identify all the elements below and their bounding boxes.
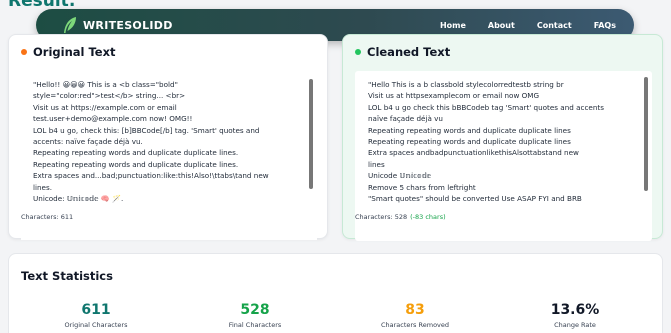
cleaned-char-count-value: Characters: 528	[355, 213, 408, 221]
stat-value: 83	[405, 302, 425, 318]
text-line: Visit us at httpsexamplecom or email now…	[368, 91, 540, 101]
nav-faqs-link[interactable]: FAQs	[594, 21, 616, 30]
text-line: Repeating repeating words and duplicate …	[33, 159, 239, 169]
stat-label: Characters Removed	[380, 321, 450, 329]
original-text-title: Original Text	[21, 45, 116, 59]
nav-home-link[interactable]: Home	[440, 21, 466, 30]
text-line: LOL b4 u go check this bBBCodeb tag 'Sma…	[368, 102, 604, 112]
text-line: Extra spaces andbadpunctuationlikethisAl…	[368, 148, 579, 158]
stat-characters-removed: 83 Characters Removed	[355, 302, 475, 329]
brand-name: WRITESOLIDD	[83, 18, 173, 32]
orange-dot-icon	[21, 49, 27, 55]
scrollbar[interactable]	[309, 79, 313, 189]
text-line: accents: naïve façade déjà vu.	[33, 137, 143, 147]
text-line: Unicode: 𝕌𝕟𝕚𝕔𝕠𝕕𝕖 🧠 🪄.	[33, 194, 124, 204]
cleaned-text-title: Cleaned Text	[355, 45, 450, 59]
stat-change-rate: 13.6% Change Rate	[515, 302, 635, 329]
text-line: "Smart quotes" should be converted Use A…	[368, 194, 582, 204]
stat-original-characters: 611 Original Characters	[36, 302, 156, 329]
stat-label: Change Rate	[554, 321, 596, 329]
char-diff-badge: (-83 chars)	[410, 213, 446, 221]
stat-value: 13.6%	[550, 302, 600, 318]
stat-final-characters: 528 Final Characters	[195, 302, 315, 329]
text-statistics-card: Text Statistics 611 Original Characters …	[8, 253, 663, 333]
brand-logo[interactable]: WRITESOLIDD	[62, 16, 173, 34]
text-statistics-title: Text Statistics	[21, 269, 113, 283]
text-line: lines	[368, 159, 385, 169]
text-line: LOL b4 u go, check this: [b]BBCode[/b] t…	[33, 125, 260, 135]
cleaned-char-count: Characters: 528 (-83 chars)	[355, 213, 446, 221]
stat-value: 611	[81, 302, 111, 318]
stat-label: Final Characters	[228, 321, 282, 329]
text-line: Repeating repeating words and duplicate …	[33, 148, 239, 158]
text-line: Remove 5 chars from leftright	[368, 182, 476, 192]
original-char-count: Characters: 611	[21, 213, 74, 221]
feather-pen-icon	[64, 17, 76, 33]
text-line: Unicode 𝕌𝕟𝕚𝕔𝕠𝕕𝕖	[368, 171, 432, 181]
cleaned-text-title-label: Cleaned Text	[367, 45, 451, 59]
text-line: lines.	[33, 182, 53, 192]
text-line: test.user+demo@example.com now! OMG!!	[33, 114, 193, 124]
text-line: "Hello!! 😀😀😀 This is a <b class="bold"	[33, 80, 178, 89]
text-line: Repeating repeating words and duplicate …	[368, 137, 571, 147]
cleaned-text-panel: Cleaned Text "Hello This is a b classbol…	[342, 34, 663, 241]
scrollbar[interactable]	[644, 77, 648, 191]
stat-value: 528	[240, 302, 270, 318]
text-line: style="color:red">test</b> string... <br…	[33, 91, 186, 101]
text-line: "Hello This is a b classbold stylecolorr…	[368, 80, 564, 89]
text-line: Extra spaces and...bad;punctuation:like:…	[33, 171, 269, 181]
original-text-title-label: Original Text	[33, 45, 116, 59]
original-text-panel: Original Text "Hello!! 😀😀😀 This is a <b …	[8, 34, 328, 240]
nav-about-link[interactable]: About	[488, 21, 515, 30]
text-line: Visit us at https://example.com or email	[33, 102, 177, 112]
green-dot-icon	[355, 49, 361, 55]
stat-label: Original Characters	[64, 321, 128, 329]
text-line: Repeating repeating words and duplicate …	[368, 125, 571, 135]
nav-contact-link[interactable]: Contact	[537, 21, 572, 30]
text-line: naïve façade déjà vu	[368, 114, 443, 124]
